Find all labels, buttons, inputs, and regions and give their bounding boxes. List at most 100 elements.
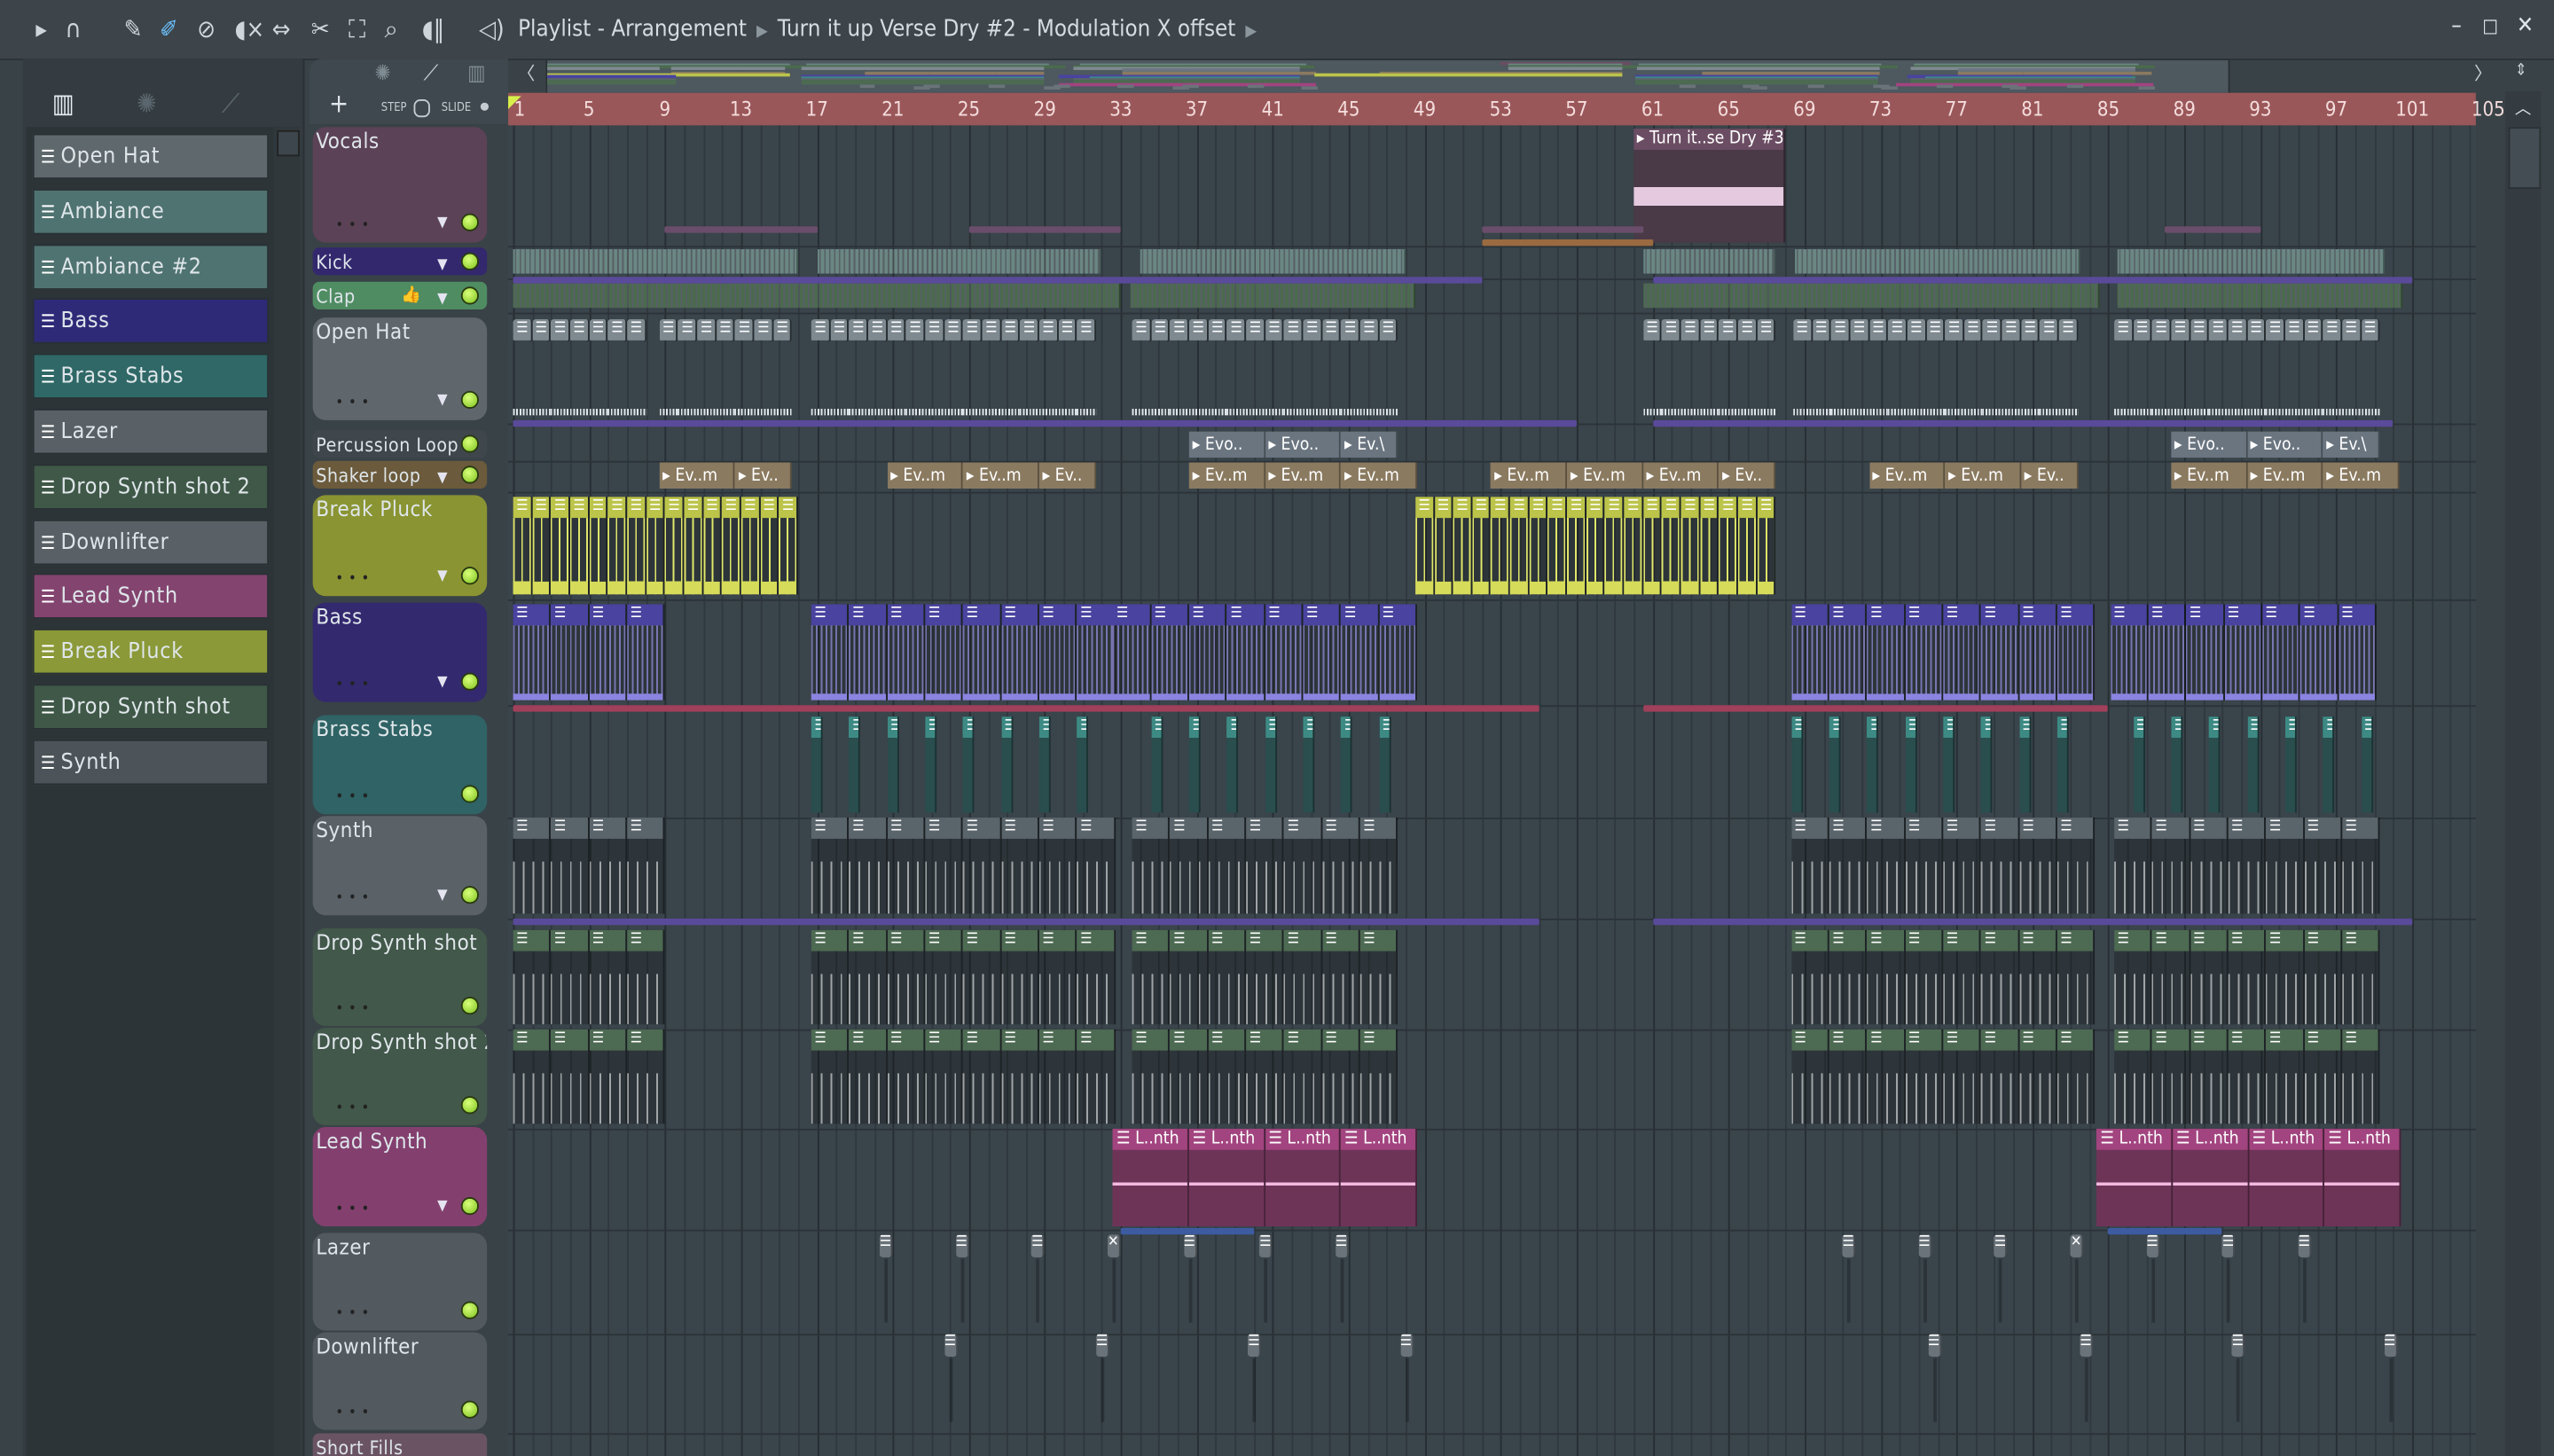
- pattern-clip[interactable]: ☰: [1170, 929, 1209, 1025]
- audio-clip[interactable]: ▸ Ev..m: [1265, 462, 1342, 489]
- pattern-clip[interactable]: ☰: [887, 318, 906, 342]
- pattern-clip[interactable]: ☰: [551, 318, 570, 342]
- track-dropdown-icon[interactable]: ▼: [437, 215, 448, 231]
- channel-item[interactable]: ☰ Drop Synth shot: [32, 684, 270, 730]
- pattern-clip[interactable]: ☰: [1208, 929, 1247, 1025]
- mute-icon[interactable]: ◖×: [234, 16, 264, 42]
- pattern-clip[interactable]: ☰: [2080, 1334, 2094, 1357]
- pattern-clip[interactable]: ☰: [1547, 497, 1568, 595]
- pattern-clip[interactable]: ☰: [2224, 604, 2262, 701]
- automation-clip[interactable]: [513, 277, 1482, 284]
- pattern-clip[interactable]: ☰: [1981, 604, 2019, 701]
- pattern-clip[interactable]: ☰: [1867, 818, 1906, 914]
- pattern-clip[interactable]: ☰: [531, 497, 552, 595]
- audio-clip[interactable]: ▸ Ev..m: [2323, 462, 2400, 489]
- track-header[interactable]: Open Hat ▼ • • •: [312, 317, 488, 420]
- pattern-clip[interactable]: ☰: [531, 318, 552, 342]
- pattern-clip[interactable]: [817, 249, 1102, 274]
- channel-item[interactable]: ☰ Break Pluck: [32, 629, 270, 675]
- pattern-clip[interactable]: ☰: [2057, 716, 2069, 813]
- pattern-clip[interactable]: [2118, 283, 2403, 309]
- pattern-clip[interactable]: ☰: [1077, 716, 1089, 813]
- pattern-clip[interactable]: ☰: [1719, 318, 1738, 342]
- pattern-clip[interactable]: ☰: [1246, 818, 1285, 914]
- pattern-clip[interactable]: ☰: [1680, 497, 1701, 595]
- automation-clip[interactable]: [1481, 226, 1643, 233]
- pattern-clip[interactable]: ☰: [1662, 318, 1681, 342]
- pattern-clip[interactable]: ☰: [551, 818, 590, 914]
- channel-item[interactable]: ☰ Ambiance #2: [32, 243, 270, 290]
- pattern-clip[interactable]: ☰: [1284, 318, 1304, 342]
- pattern-clip[interactable]: ☰: [1077, 929, 1116, 1025]
- pattern-clip[interactable]: ☰: [849, 818, 888, 914]
- automation-clip[interactable]: [1642, 705, 2109, 712]
- audio-clip[interactable]: ☰ L..nth: [2324, 1128, 2401, 1227]
- pattern-clip[interactable]: ☰: [2231, 1334, 2245, 1357]
- pattern-clip[interactable]: ☰: [513, 318, 532, 342]
- pattern-clip[interactable]: ☰: [627, 818, 665, 914]
- track-header[interactable]: Drop Synth shot 2 • • •: [312, 1027, 488, 1126]
- pattern-clip[interactable]: ☰: [1983, 318, 2002, 342]
- track-enable-led[interactable]: [460, 252, 479, 270]
- add-track-button[interactable]: +: [329, 88, 349, 119]
- pattern-clip[interactable]: ☰: [2284, 716, 2297, 813]
- pattern-clip[interactable]: ☰: [779, 497, 798, 595]
- pattern-clip[interactable]: ☰: [887, 604, 926, 701]
- pattern-clip[interactable]: ☰: [1208, 318, 1227, 342]
- pattern-clip[interactable]: ☰: [1379, 318, 1398, 342]
- pattern-clip[interactable]: ☰: [1246, 929, 1285, 1025]
- track-dropdown-icon[interactable]: ▼: [437, 1199, 448, 1215]
- pattern-clip[interactable]: ☰: [1303, 716, 1315, 813]
- pattern-clip[interactable]: ☰: [925, 1029, 964, 1124]
- pattern-clip[interactable]: ☰: [1491, 497, 1510, 595]
- pattern-clip[interactable]: ☰: [1208, 818, 1247, 914]
- track-enable-led[interactable]: [460, 1301, 479, 1319]
- pattern-clip[interactable]: ☰: [925, 929, 964, 1025]
- audio-clip[interactable]: ▸ Ev..m: [2246, 462, 2323, 489]
- audio-clip[interactable]: ▸ Ev.\: [1341, 431, 1398, 458]
- pattern-clip[interactable]: ☰: [1303, 318, 1322, 342]
- slice-icon[interactable]: ✂: [311, 16, 330, 42]
- pattern-clip[interactable]: [513, 283, 1121, 309]
- pattern-clip[interactable]: ☰: [2266, 929, 2305, 1025]
- pattern-clip[interactable]: ☰: [963, 604, 1001, 701]
- pattern-clip[interactable]: ☰: [1359, 818, 1398, 914]
- track-enable-led[interactable]: [460, 886, 479, 904]
- pattern-clip[interactable]: ☰: [925, 318, 944, 342]
- audio-clip[interactable]: ▸ Ev..: [1719, 462, 1776, 489]
- pattern-clip[interactable]: ☰: [2021, 318, 2041, 342]
- pattern-clip[interactable]: ☰: [887, 929, 926, 1025]
- pattern-clip[interactable]: ☰: [925, 716, 937, 813]
- pattern-clip[interactable]: ☰: [2171, 716, 2183, 813]
- paint-icon[interactable]: ✐: [160, 16, 178, 42]
- pattern-clip[interactable]: ☰: [2151, 318, 2172, 342]
- pattern-clip[interactable]: ☰: [513, 1029, 552, 1124]
- track-enable-led[interactable]: [460, 213, 479, 231]
- pattern-clip[interactable]: ☰: [1662, 497, 1681, 595]
- pattern-clip[interactable]: ☰: [1943, 929, 1982, 1025]
- play-icon[interactable]: ▸: [35, 16, 46, 42]
- pattern-clip[interactable]: ☰: [589, 1029, 628, 1124]
- pattern-clip[interactable]: ☰: [1737, 497, 1758, 595]
- audio-clip[interactable]: ☰ L..nth: [1188, 1128, 1265, 1227]
- track-header[interactable]: Lazer • • •: [312, 1233, 488, 1331]
- pattern-clip[interactable]: ☰: [1096, 1334, 1109, 1357]
- pattern-clip[interactable]: ☰: [1905, 604, 1944, 701]
- pattern-clip[interactable]: ☰: [1000, 929, 1039, 1025]
- track-header[interactable]: Drop Synth shot • • •: [312, 928, 488, 1027]
- pattern-clip[interactable]: ☰: [1248, 1334, 1262, 1357]
- pattern-clip[interactable]: ☰: [1790, 1029, 1829, 1124]
- pattern-clip[interactable]: ☰: [1151, 716, 1163, 813]
- pattern-clip[interactable]: ☰: [1680, 318, 1701, 342]
- pattern-clip[interactable]: ☰: [1642, 318, 1663, 342]
- track-header[interactable]: Vocals ▼ • • •: [312, 127, 488, 243]
- pattern-clip[interactable]: ☰: [2002, 318, 2022, 342]
- pattern-clip[interactable]: ☰: [1038, 818, 1077, 914]
- automation-clip[interactable]: [2165, 226, 2260, 233]
- pattern-clip[interactable]: ☰: [772, 318, 793, 342]
- pattern-clip[interactable]: ☰: [1321, 929, 1360, 1025]
- pattern-clip[interactable]: ☰: [1183, 1234, 1197, 1257]
- scroll-thumb[interactable]: [2508, 127, 2542, 190]
- pattern-clip[interactable]: ☰: [589, 818, 628, 914]
- pattern-clip[interactable]: ☰: [1038, 1029, 1077, 1124]
